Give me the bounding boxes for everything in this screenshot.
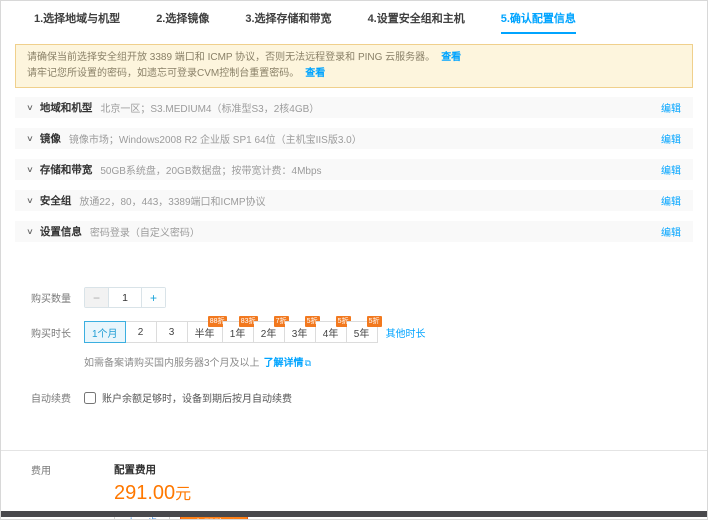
section-title: 地域和机型 <box>40 100 93 115</box>
duration-option-1month[interactable]: 1个月 <box>84 321 126 343</box>
section-security-row[interactable]: ∨ 安全组 放通22，80，443，3389端口和ICMP协议 编辑 <box>15 190 693 211</box>
price-amount: 291.00 <box>114 482 175 504</box>
external-link-icon: ⧉ <box>305 358 311 368</box>
quantity-label: 购买数量 <box>31 290 84 305</box>
view-password-link[interactable]: 查看 <box>305 68 325 79</box>
discount-badge: 5折 <box>367 316 382 327</box>
other-duration-link[interactable]: 其他时长 <box>386 325 426 340</box>
steps-bar: 1.选择地域与机型 2.选择镜像 3.选择存储和带宽 4.设置安全组和主机 5.… <box>1 1 707 34</box>
duration-option-label: 3 <box>169 327 175 338</box>
duration-group: 1个月 2 3 88折 半年 83折 1年 7折 2年 5折 3年 <box>84 321 378 343</box>
notice-line: 请确保当前选择安全组开放 3389 端口和 ICMP 协议，否则无法远程登录和 … <box>27 50 681 66</box>
step-tab-image[interactable]: 2.选择镜像 <box>156 10 209 32</box>
duration-option-label: 2 <box>138 327 144 338</box>
view-security-link[interactable]: 查看 <box>441 52 461 63</box>
quantity-row: 购买数量 − + <box>1 287 707 308</box>
notice-text: 请牢记您所设置的密码，如遗忘可登录CVM控制台重置密码。 <box>27 68 299 79</box>
duration-option-4year[interactable]: 5折 4年 <box>316 321 347 343</box>
duration-option-label: 1个月 <box>92 325 118 340</box>
auto-renewal-row: 自动续费 账户余额足够时，设备到期后按月自动续费 <box>1 390 707 405</box>
config-summary: ∨ 地域和机型 北京一区；S3.MEDIUM4（标准型S3，2核4GB） 编辑 … <box>1 97 707 242</box>
decrease-button[interactable]: − <box>85 288 109 307</box>
filing-note: 如需备案请购买国内服务器3个月及以上了解详情⧉ <box>84 354 707 369</box>
section-storage-row[interactable]: ∨ 存储和带宽 50GB系统盘，20GB数据盘；按带宽计费：4Mbps 编辑 <box>15 159 693 180</box>
chevron-down-icon: ∨ <box>26 196 34 205</box>
auto-renew-checkbox[interactable] <box>84 392 96 404</box>
section-title: 存储和带宽 <box>40 162 93 177</box>
section-desc: 北京一区；S3.MEDIUM4（标准型S3，2核4GB） <box>100 100 661 115</box>
section-title: 设置信息 <box>40 224 82 239</box>
duration-label: 购买时长 <box>31 325 84 340</box>
learn-more-link[interactable]: 了解详情⧉ <box>264 358 311 369</box>
section-title: 镜像 <box>40 131 61 146</box>
notice-box: 请确保当前选择安全组开放 3389 端口和 ICMP 协议，否则无法远程登录和 … <box>15 44 693 88</box>
total-price: 291.00元 <box>114 480 248 505</box>
config-fee-label: 配置费用 <box>114 462 248 477</box>
section-desc: 放通22，80，443，3389端口和ICMP协议 <box>79 193 661 208</box>
duration-option-2[interactable]: 2 <box>126 321 157 343</box>
chevron-down-icon: ∨ <box>26 227 34 236</box>
edit-settings-link[interactable]: 编辑 <box>661 224 681 239</box>
duration-option-3[interactable]: 3 <box>157 321 188 343</box>
edit-storage-link[interactable]: 编辑 <box>661 162 681 177</box>
cvm-purchase-page: 1.选择地域与机型 2.选择镜像 3.选择存储和带宽 4.设置安全组和主机 5.… <box>0 0 708 520</box>
increase-button[interactable]: + <box>141 288 165 307</box>
step-tab-confirm[interactable]: 5.确认配置信息 <box>501 10 576 34</box>
section-desc: 50GB系统盘，20GB数据盘；按带宽计费：4Mbps <box>100 162 661 177</box>
edit-image-link[interactable]: 编辑 <box>661 131 681 146</box>
section-region-row[interactable]: ∨ 地域和机型 北京一区；S3.MEDIUM4（标准型S3，2核4GB） 编辑 <box>15 97 693 118</box>
duration-option-5year[interactable]: 5折 5年 <box>347 321 378 343</box>
step-tab-security[interactable]: 4.设置安全组和主机 <box>368 10 465 32</box>
edit-security-link[interactable]: 编辑 <box>661 193 681 208</box>
section-settings-row[interactable]: ∨ 设置信息 密码登录（自定义密码） 编辑 <box>15 221 693 242</box>
learn-more-label: 了解详情 <box>264 358 304 369</box>
filing-note-text: 如需备案请购买国内服务器3个月及以上 <box>84 358 260 369</box>
section-desc: 镜像市场；Windows2008 R2 企业版 SP1 64位（主机宝IIS版3… <box>69 131 661 146</box>
notice-text: 请确保当前选择安全组开放 3389 端口和 ICMP 协议，否则无法远程登录和 … <box>27 52 435 63</box>
duration-option-3year[interactable]: 5折 3年 <box>285 321 316 343</box>
chevron-down-icon: ∨ <box>26 103 34 112</box>
duration-row: 购买时长 1个月 2 3 88折 半年 83折 1年 7折 2年 <box>1 321 707 343</box>
fee-section: 费用 配置费用 291.00元 上一步 立即购买 <box>1 451 707 520</box>
duration-option-2year[interactable]: 7折 2年 <box>254 321 285 343</box>
section-title: 安全组 <box>40 193 72 208</box>
price-currency: 元 <box>175 486 191 503</box>
auto-renew-text: 账户余额足够时，设备到期后按月自动续费 <box>102 390 292 405</box>
step-tab-region[interactable]: 1.选择地域与机型 <box>34 10 120 32</box>
duration-option-1year[interactable]: 83折 1年 <box>223 321 254 343</box>
window-bottom-edge <box>1 511 707 517</box>
quantity-input[interactable] <box>109 288 141 307</box>
section-desc: 密码登录（自定义密码） <box>90 224 661 239</box>
notice-line: 请牢记您所设置的密码，如遗忘可登录CVM控制台重置密码。查看 <box>27 66 681 82</box>
duration-option-halfyear[interactable]: 88折 半年 <box>188 321 223 343</box>
chevron-down-icon: ∨ <box>26 134 34 143</box>
section-image-row[interactable]: ∨ 镜像 镜像市场；Windows2008 R2 企业版 SP1 64位（主机宝… <box>15 128 693 149</box>
auto-renewal-label: 自动续费 <box>31 390 84 405</box>
edit-region-link[interactable]: 编辑 <box>661 100 681 115</box>
step-tab-storage[interactable]: 3.选择存储和带宽 <box>245 10 331 32</box>
auto-renew-option[interactable]: 账户余额足够时，设备到期后按月自动续费 <box>84 390 292 405</box>
quantity-stepper: − + <box>84 287 166 308</box>
chevron-down-icon: ∨ <box>26 165 34 174</box>
